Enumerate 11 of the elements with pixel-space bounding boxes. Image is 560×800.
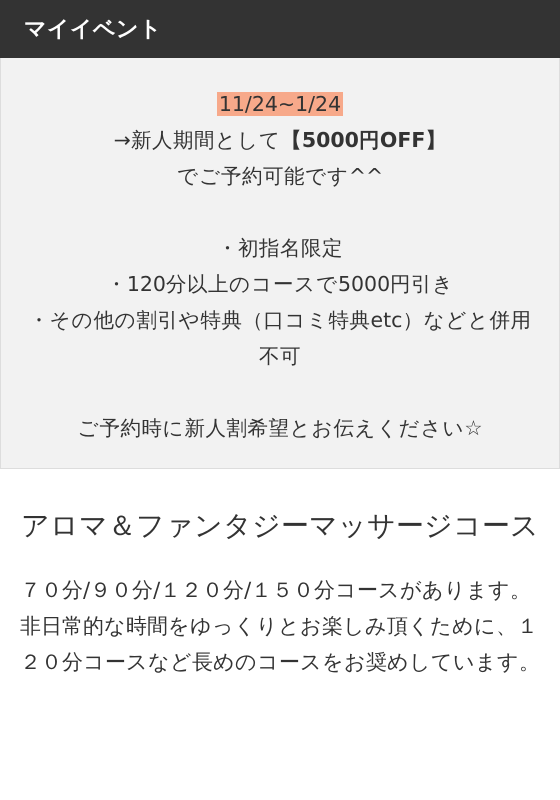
event-text: ・初指名限定	[216, 235, 344, 262]
course-description: 非日常的な時間をゆっくりとお楽しみ頂くために、１２０分コースなど長めのコースをお奨めしています。	[20, 613, 540, 676]
event-text: ・その他の割引や特典（口コミ特典etc）などと併用不可	[28, 307, 532, 370]
event-date: 11/24~1/24	[216, 92, 344, 116]
event-text: でご予約可能です^^	[176, 163, 384, 190]
course-title: アロマ＆ファンタジーマッサージコース	[20, 508, 540, 544]
page-title: マイイベント	[24, 16, 162, 44]
event-text: ご予約時に新人割希望とお伝えください☆	[76, 415, 484, 442]
event-text: →新人期間として【5000円OFF】	[112, 127, 448, 154]
event-text: ・120分以上のコースで5000円引き	[104, 271, 456, 298]
course-description: ７０分/９０分/１２０分/１５０分コースがあります。	[20, 577, 532, 604]
